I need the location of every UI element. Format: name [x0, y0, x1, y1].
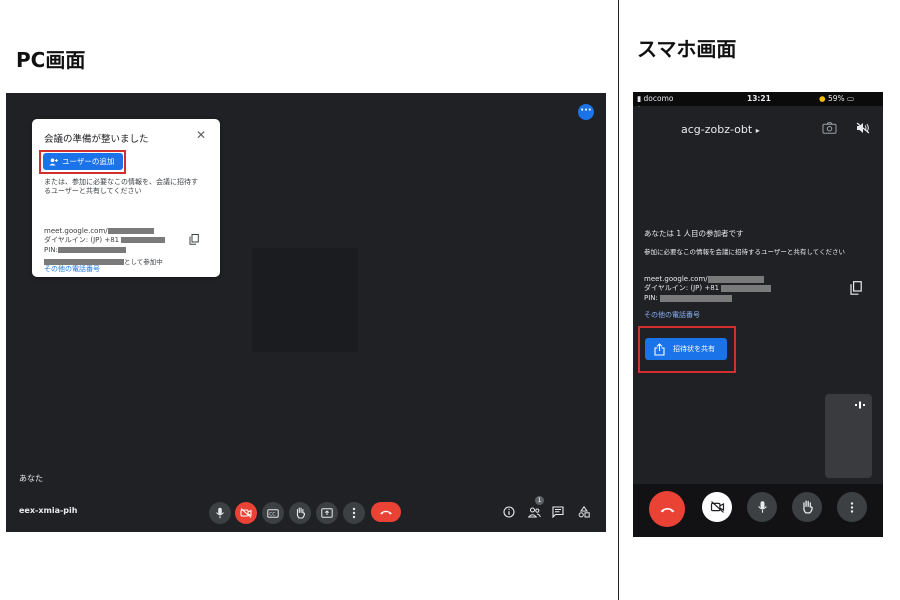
share-description: または、参加に必要なこの情報を、会議に招待するユーザーと共有してください: [44, 178, 198, 195]
hang-up-icon: [660, 507, 674, 512]
camera-off-icon: [710, 501, 724, 513]
hand-icon: [296, 507, 305, 519]
battery: ● 59% ▭: [819, 94, 855, 103]
orange-dot-icon: ●: [819, 94, 826, 103]
raise-hand-button[interactable]: [289, 502, 311, 524]
audio-level-icon: [855, 401, 865, 409]
share-icon: [654, 342, 665, 356]
camera-off-icon: [240, 508, 252, 518]
mic-button[interactable]: [209, 502, 231, 524]
add-person-icon: [49, 158, 58, 165]
mic-icon: [216, 507, 224, 519]
sp-more-actions-button[interactable]: [837, 492, 867, 522]
video-tile: [252, 248, 358, 352]
switch-camera-icon[interactable]: [822, 122, 837, 134]
chat-icon: [552, 506, 564, 518]
room-name[interactable]: acg-zobz-obt ▸: [681, 123, 760, 136]
battery-icon: ▭: [847, 94, 855, 103]
sp-meet-url: meet.google.com/: [644, 275, 764, 284]
pin: PIN:: [44, 246, 204, 255]
pc-meet-screen: ··· 会議の準備が整いました ✕ ユーザーの追加 または、参加に必要なこの情報…: [6, 93, 606, 532]
joined-as: として参加中: [44, 256, 163, 266]
sp-pin: PIN:: [644, 294, 733, 303]
mic-icon: [757, 501, 767, 513]
activities-button[interactable]: [576, 504, 592, 520]
people-icon: [527, 507, 541, 517]
vertical-divider: [618, 0, 619, 600]
share-info-text: 参加に必要なこの情報を会議に招待するユーザーと共有してください: [644, 248, 845, 256]
status-bar: ▮ docomo 13:21 ● 59% ▭: [633, 92, 883, 106]
meeting-ready-dialog: 会議の準備が整いました ✕ ユーザーの追加 または、参加に必要なこの情報を、会議…: [32, 119, 220, 277]
close-icon[interactable]: ✕: [196, 128, 206, 142]
signal-icon: ▮: [637, 94, 642, 103]
share-invitation-button[interactable]: 招待状を共有: [645, 338, 727, 360]
chevron-right-icon: ▸: [755, 126, 760, 135]
copy-icon[interactable]: [850, 281, 862, 295]
present-button[interactable]: [316, 502, 338, 524]
smartphone-heading: スマホ画面: [637, 37, 737, 61]
svg-text:CC: CC: [269, 511, 275, 517]
more-options-icon[interactable]: ···: [578, 104, 594, 120]
sp-mic-button[interactable]: [747, 492, 777, 522]
participants-button[interactable]: [526, 504, 542, 520]
hand-icon: [802, 500, 813, 514]
pc-heading: PC画面: [16, 48, 86, 72]
info-icon: [503, 506, 515, 518]
sp-other-numbers-link[interactable]: その他の電話番号: [644, 310, 700, 320]
captions-icon: CC: [267, 508, 279, 518]
copy-icon[interactable]: [189, 234, 199, 245]
meeting-details-button[interactable]: [501, 504, 517, 520]
camera-off-button[interactable]: [235, 502, 257, 524]
participant-name: あなた: [19, 474, 43, 483]
self-view-tile[interactable]: [825, 394, 872, 478]
speaker-off-icon[interactable]: [856, 122, 870, 134]
dialog-title: 会議の準備が整いました: [44, 134, 149, 145]
meet-url: meet.google.com/: [44, 227, 204, 236]
add-user-label: ユーザーの追加: [62, 157, 115, 166]
meeting-code: eex-xmia-pih: [19, 506, 78, 515]
present-screen-icon: [321, 508, 333, 518]
chat-button[interactable]: [550, 504, 566, 520]
share-invitation-label: 招待状を共有: [673, 345, 715, 353]
sp-raise-hand-button[interactable]: [792, 492, 822, 522]
participant-count-text: あなたは 1 人目の参加者です: [644, 229, 744, 238]
hang-up-button[interactable]: [371, 502, 401, 522]
more-vertical-icon: [850, 501, 854, 513]
add-user-button[interactable]: ユーザーの追加: [43, 153, 123, 170]
sp-camera-off-button[interactable]: [702, 492, 732, 522]
carrier: ▮ docomo: [637, 94, 674, 103]
captions-button[interactable]: CC: [262, 502, 284, 524]
more-vertical-icon: [352, 507, 356, 519]
smartphone-meet-screen: ▮ docomo 13:21 ● 59% ▭ acg-zobz-obt ▸ あな…: [633, 92, 883, 537]
sp-hang-up-button[interactable]: [649, 491, 685, 527]
more-actions-button[interactable]: [343, 502, 365, 524]
hang-up-icon: [380, 510, 392, 515]
dial-in: ダイヤルイン: (JP) +81: [44, 236, 204, 245]
activities-shapes-icon: [578, 506, 590, 518]
clock: 13:21: [747, 94, 771, 103]
sp-dial-in: ダイヤルイン: (JP) +81: [644, 284, 772, 293]
